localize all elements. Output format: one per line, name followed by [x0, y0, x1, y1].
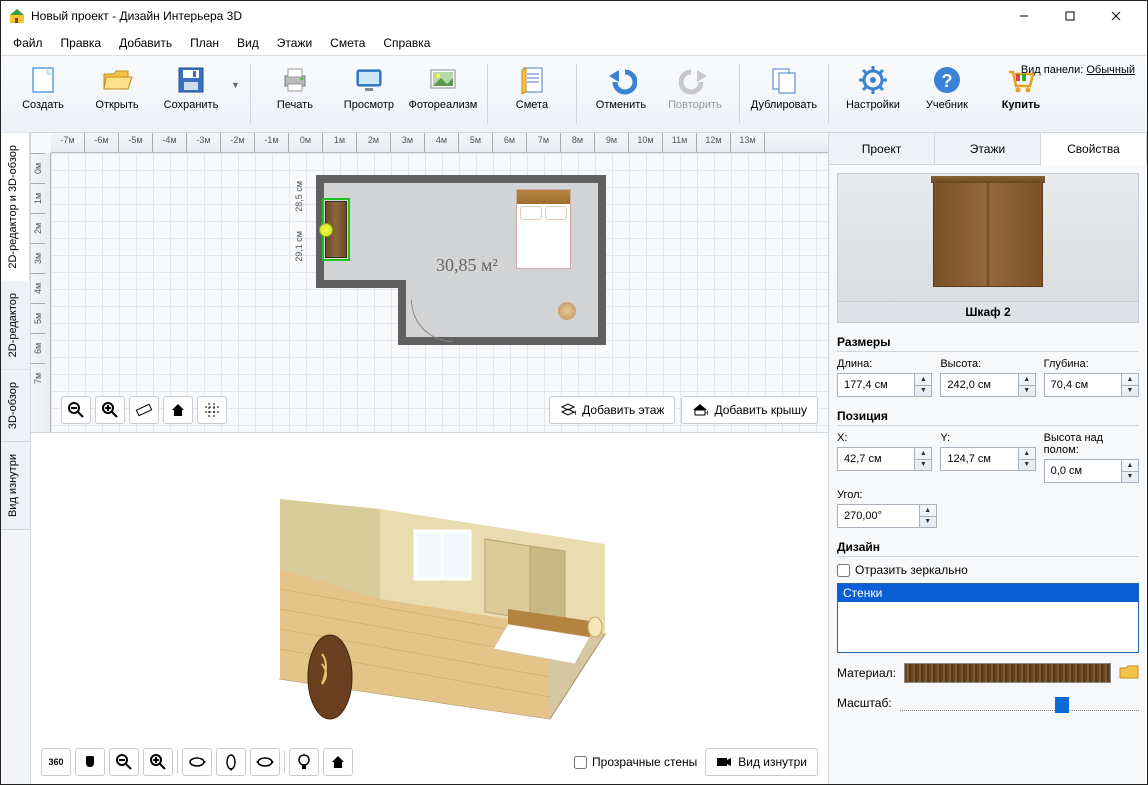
- svg-text:+: +: [705, 408, 708, 418]
- tab-2d-and-3d[interactable]: 2D-редактор и 3D-обзор: [1, 133, 30, 281]
- add-floor-button[interactable]: +Добавить этаж: [549, 396, 675, 424]
- panel-mode-link[interactable]: Обычный: [1086, 64, 1135, 76]
- transparent-walls-checkbox[interactable]: Прозрачные стены: [574, 755, 697, 769]
- ruler-button[interactable]: [129, 396, 159, 424]
- zoom-in-3d-button[interactable]: [143, 748, 173, 776]
- folder-icon[interactable]: [1119, 664, 1139, 683]
- tab-inside[interactable]: Вид изнутри: [1, 442, 30, 530]
- orbit-button[interactable]: [182, 748, 212, 776]
- pan-button[interactable]: [75, 748, 105, 776]
- preview-button[interactable]: Просмотр: [335, 62, 403, 113]
- properties-panel: Проект Этажи Свойства Шкаф 2 Размеры Дли…: [829, 133, 1147, 784]
- zoom-in-button[interactable]: [95, 396, 125, 424]
- floorplan[interactable]: 30,85 м² 28,5 см 29,1 см: [316, 175, 606, 350]
- object-preview: Шкаф 2: [837, 173, 1139, 323]
- height-input[interactable]: ▲▼: [940, 373, 1035, 397]
- add-roof-button[interactable]: +Добавить крышу: [681, 396, 818, 424]
- menu-plan[interactable]: План: [182, 33, 227, 53]
- photoreal-button[interactable]: Фотореализм: [409, 62, 477, 113]
- panel-mode: Вид панели: Обычный: [1021, 64, 1135, 76]
- orbit-free-button[interactable]: [250, 748, 280, 776]
- parts-list[interactable]: Стенки: [837, 583, 1139, 653]
- maximize-button[interactable]: [1047, 2, 1093, 30]
- estimate-button[interactable]: Смета: [498, 62, 566, 113]
- tab-3d[interactable]: 3D-обзор: [1, 370, 30, 442]
- app-icon: [9, 8, 25, 24]
- zoom-out-button[interactable]: [61, 396, 91, 424]
- main-toolbar: Создать Открыть Сохранить ▼ Печать Просм…: [1, 55, 1147, 133]
- menu-view[interactable]: Вид: [229, 33, 267, 53]
- save-button[interactable]: Сохранить: [157, 62, 225, 113]
- floor-height-input[interactable]: ▲▼: [1044, 459, 1139, 483]
- titlebar: Новый проект - Дизайн Интерьера 3D: [1, 1, 1147, 31]
- menu-floors[interactable]: Этажи: [269, 33, 320, 53]
- window-title: Новый проект - Дизайн Интерьера 3D: [31, 9, 1001, 23]
- menu-file[interactable]: Файл: [5, 33, 51, 53]
- redo-button[interactable]: Повторить: [661, 62, 729, 113]
- create-button[interactable]: Создать: [9, 62, 77, 113]
- dim-label-1: 28,5 см: [294, 181, 304, 212]
- open-button[interactable]: Открыть: [83, 62, 151, 113]
- x-input[interactable]: ▲▼: [837, 447, 932, 471]
- svg-text:?: ?: [941, 71, 952, 91]
- tutorial-button[interactable]: ?Учебник: [913, 62, 981, 113]
- depth-input[interactable]: ▲▼: [1044, 373, 1139, 397]
- menubar: Файл Правка Добавить План Вид Этажи Смет…: [1, 31, 1147, 55]
- close-button[interactable]: [1093, 2, 1139, 30]
- undo-button[interactable]: Отменить: [587, 62, 655, 113]
- y-input[interactable]: ▲▼: [940, 447, 1035, 471]
- menu-estimate[interactable]: Смета: [322, 33, 373, 53]
- tab-floors[interactable]: Этажи: [935, 133, 1041, 164]
- material-swatch[interactable]: [904, 663, 1111, 683]
- scale-slider[interactable]: [900, 693, 1139, 713]
- selection-handle-icon[interactable]: [319, 223, 333, 237]
- grid-button[interactable]: [197, 396, 227, 424]
- mirror-checkbox[interactable]: Отразить зеркально: [837, 563, 1139, 577]
- bed-object[interactable]: [516, 189, 571, 269]
- room-3d-model[interactable]: [220, 469, 640, 749]
- menu-help[interactable]: Справка: [375, 33, 438, 53]
- tab-properties[interactable]: Свойства: [1041, 133, 1147, 165]
- orbit-v-button[interactable]: [216, 748, 246, 776]
- view-2d[interactable]: -7м-6м-5м-4м-3м-2м-1м0м1м2м3м4м5м6м7м8м9…: [31, 133, 828, 432]
- angle-input[interactable]: ▲▼: [837, 504, 937, 528]
- save-dropdown-icon[interactable]: ▼: [231, 62, 240, 90]
- tab-2d[interactable]: 2D-редактор: [1, 281, 30, 370]
- zoom-out-3d-button[interactable]: [109, 748, 139, 776]
- rotate-360-button[interactable]: 360: [41, 748, 71, 776]
- settings-button[interactable]: Настройки: [839, 62, 907, 113]
- dimensions-group: Размеры Длина:▲▼ Высота:▲▼ Глубина:▲▼: [837, 333, 1139, 397]
- inside-view-button[interactable]: Вид изнутри: [705, 748, 818, 776]
- dim-label-2: 29,1 см: [294, 231, 304, 262]
- round-object[interactable]: [558, 302, 576, 320]
- menu-edit[interactable]: Правка: [53, 33, 110, 53]
- tab-project[interactable]: Проект: [829, 133, 935, 164]
- light-button[interactable]: [289, 748, 319, 776]
- menu-add[interactable]: Добавить: [111, 33, 180, 53]
- length-input[interactable]: ▲▼: [837, 373, 932, 397]
- duplicate-button[interactable]: Дублировать: [750, 62, 818, 113]
- position-group: Позиция X:▲▼ Y:▲▼ Высота над полом:▲▼ Уг…: [837, 407, 1139, 528]
- area-label: 30,85 м²: [436, 255, 498, 276]
- view-3d[interactable]: 360 Прозрачные стены Вид изнутри: [31, 432, 828, 784]
- ruler-vertical: 0м1м2м3м4м5м6м7м: [31, 153, 51, 432]
- ruler-horizontal: -7м-6м-5м-4м-3м-2м-1м0м1м2м3м4м5м6м7м8м9…: [51, 133, 828, 153]
- home-3d-button[interactable]: [323, 748, 353, 776]
- wardrobe-icon: [933, 182, 1043, 287]
- print-button[interactable]: Печать: [261, 62, 329, 113]
- left-tab-bar: 2D-редактор и 3D-обзор 2D-редактор 3D-об…: [1, 133, 31, 784]
- minimize-button[interactable]: [1001, 2, 1047, 30]
- design-group: Дизайн Отразить зеркально Стенки Материа…: [837, 538, 1139, 713]
- home-button[interactable]: [163, 396, 193, 424]
- svg-text:+: +: [573, 408, 576, 418]
